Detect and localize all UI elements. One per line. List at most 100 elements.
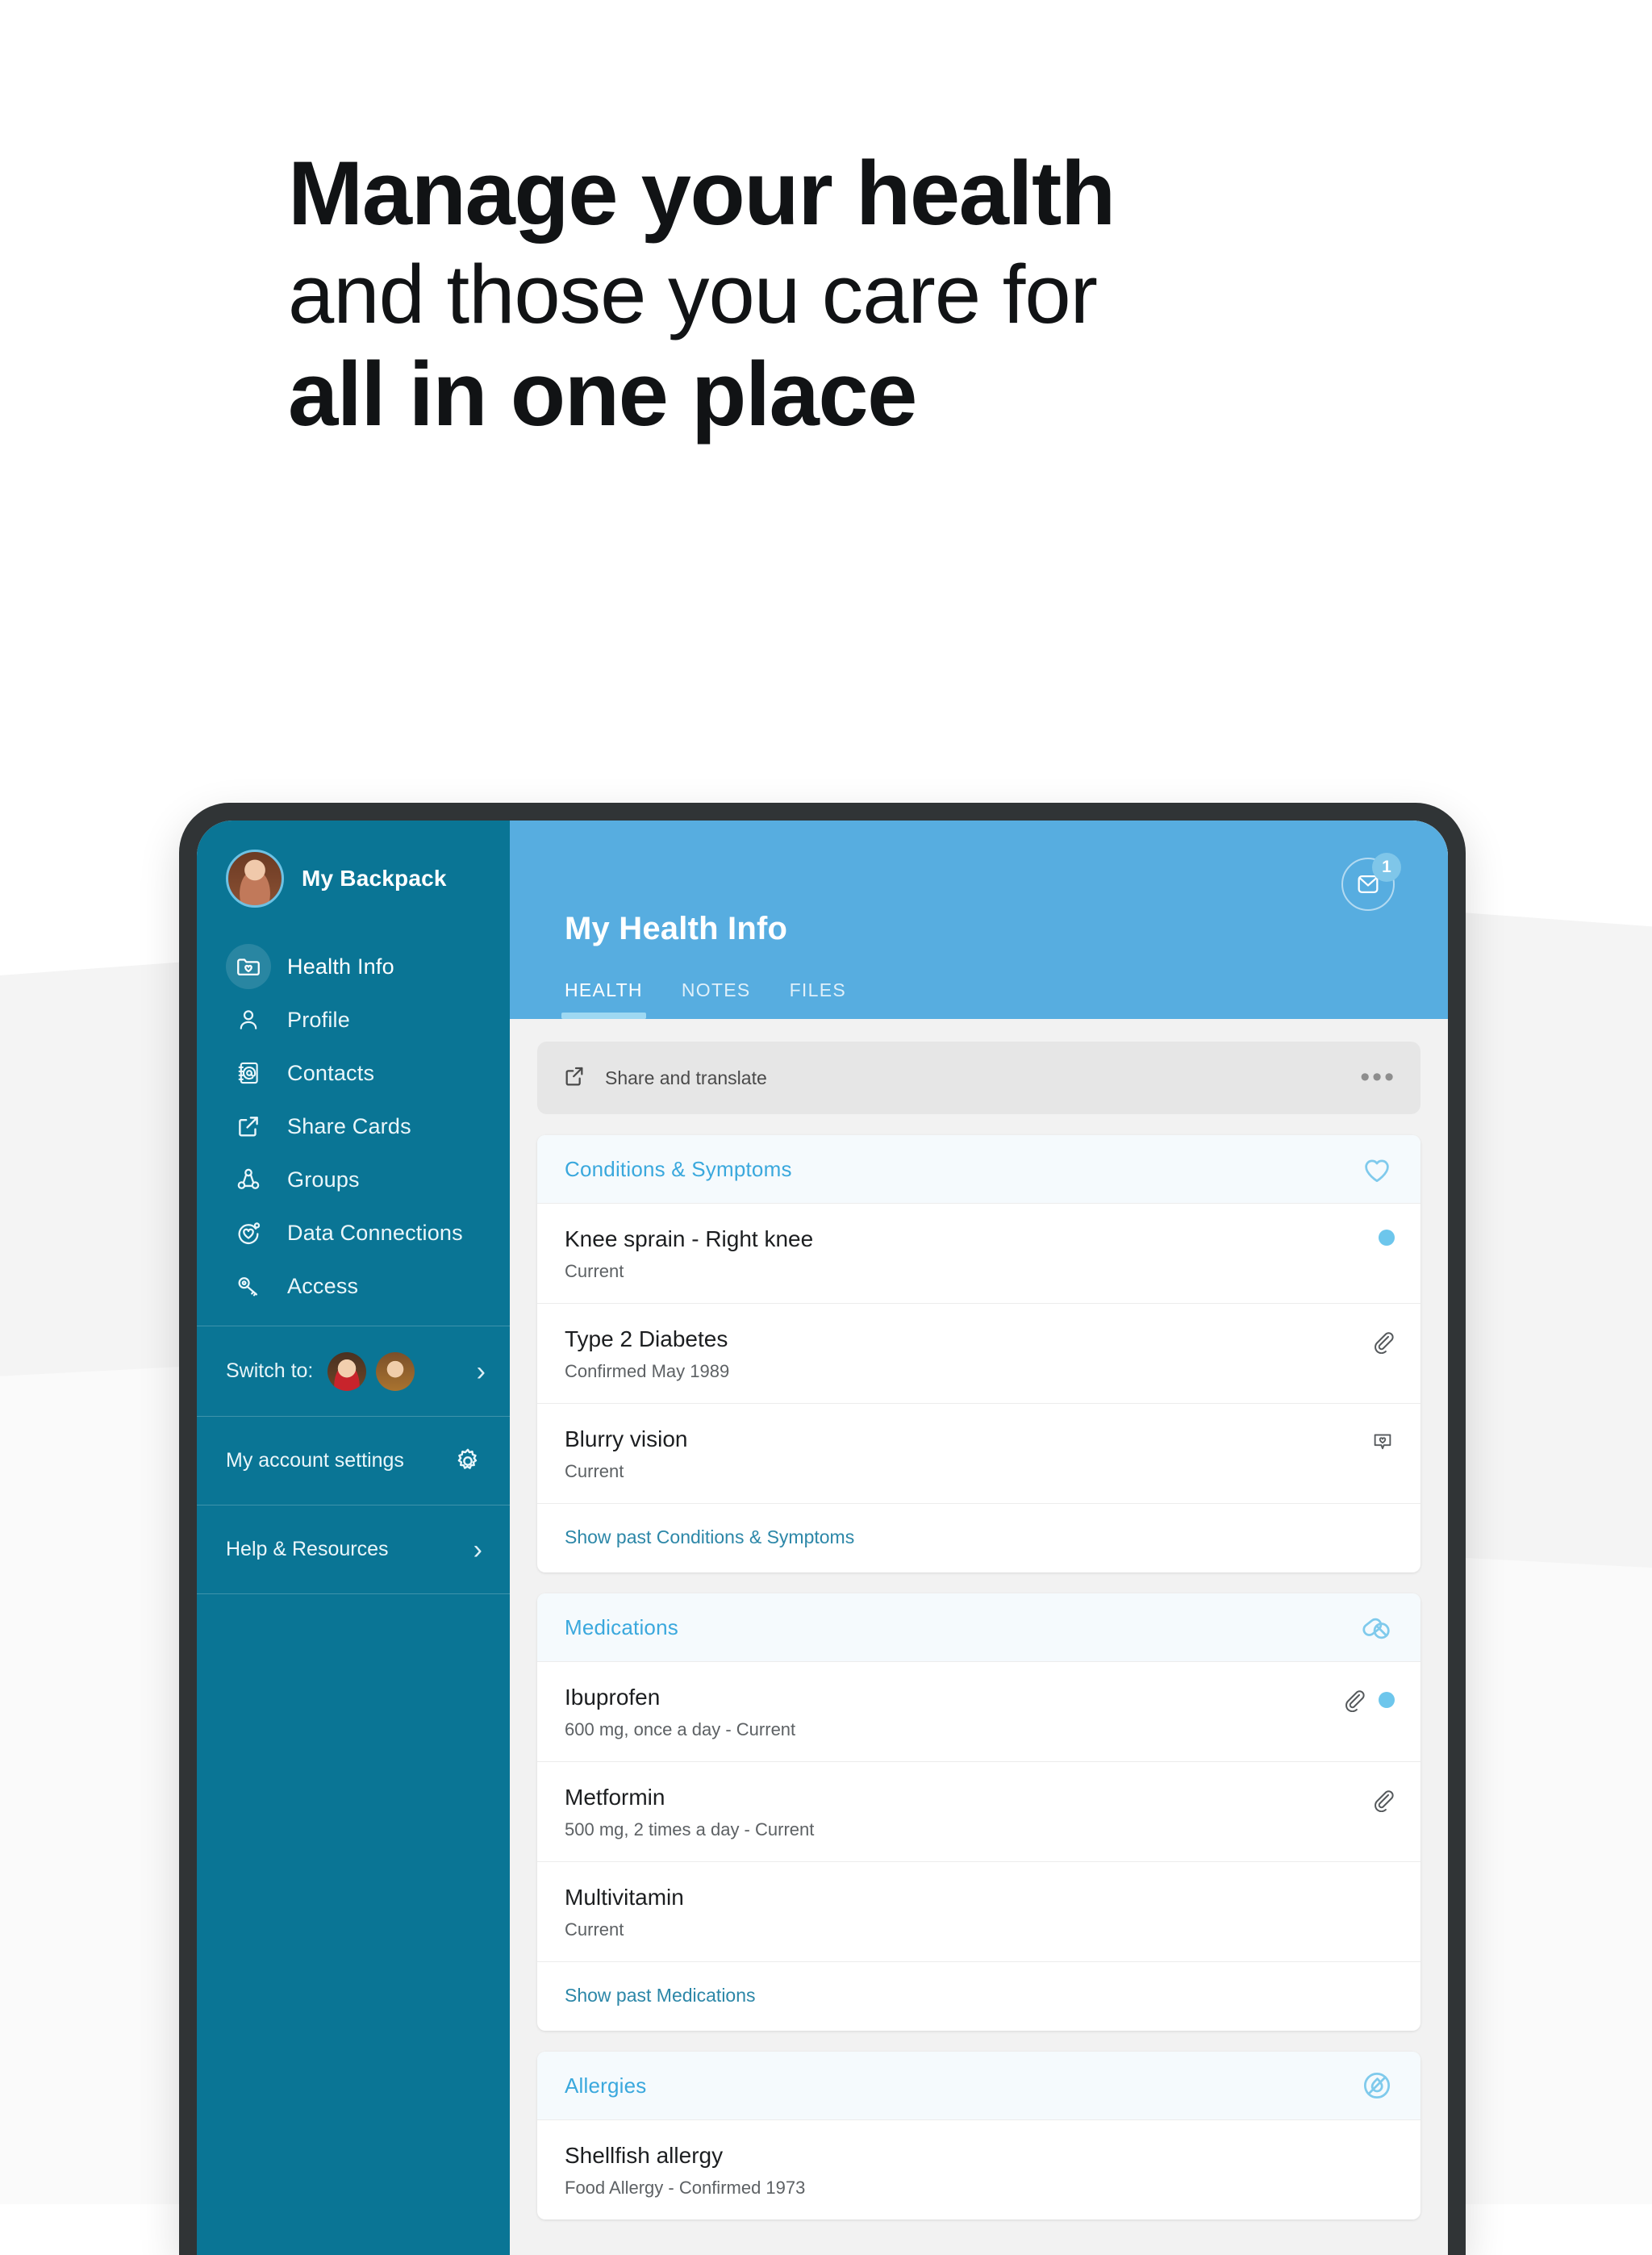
sidebar-nav: Health Info Profile Contacts Share Cards… bbox=[197, 933, 510, 1313]
device-screen: My Backpack Health Info Profile Contacts… bbox=[197, 821, 1448, 2255]
sidebar-item-share-cards[interactable]: Share Cards bbox=[197, 1100, 510, 1153]
groups-icon bbox=[226, 1157, 271, 1202]
sidebar-item-health-info[interactable]: Health Info bbox=[197, 940, 510, 993]
sidebar-item-profile[interactable]: Profile bbox=[197, 993, 510, 1046]
row-title: Type 2 Diabetes bbox=[565, 1326, 728, 1351]
page-header: 1 My Health Info HEALTH NOTES FILES bbox=[510, 821, 1448, 1019]
sidebar-item-data-connections[interactable]: Data Connections bbox=[197, 1206, 510, 1259]
paperclip-icon bbox=[1341, 1688, 1366, 1712]
child-avatar[interactable] bbox=[327, 1351, 367, 1391]
headline-line-1: Manage your health bbox=[288, 143, 1116, 244]
row-subtitle: Current bbox=[565, 1261, 624, 1281]
main-content: 1 My Health Info HEALTH NOTES FILES Shar… bbox=[510, 821, 1448, 2255]
share-icon bbox=[561, 1063, 587, 1093]
section-medications: Medications Ibuprofen 600 mg, once a day… bbox=[537, 1593, 1420, 2031]
table-row[interactable]: Metformin 500 mg, 2 times a day - Curren… bbox=[537, 1761, 1420, 1861]
table-row[interactable]: Blurry vision Current bbox=[537, 1403, 1420, 1503]
sidebar-item-label: Groups bbox=[287, 1167, 360, 1192]
notification-badge: 1 bbox=[1372, 853, 1401, 882]
folder-heart-icon bbox=[226, 944, 271, 989]
account-name: My Backpack bbox=[302, 866, 447, 891]
sidebar-item-label: Health Info bbox=[287, 954, 394, 979]
section-title: Conditions & Symptoms bbox=[565, 1156, 792, 1181]
row-title: Ibuprofen bbox=[565, 1685, 661, 1710]
comment-heart-icon bbox=[1370, 1430, 1395, 1454]
gear-icon[interactable] bbox=[453, 1447, 482, 1476]
teen-avatar[interactable] bbox=[376, 1351, 415, 1391]
chevron-right-icon[interactable]: › bbox=[477, 1358, 486, 1385]
sidebar-item-label: Contacts bbox=[287, 1060, 375, 1085]
tab-health[interactable]: HEALTH bbox=[561, 979, 646, 1019]
row-icons bbox=[1379, 1225, 1395, 1246]
row-icons bbox=[1370, 1783, 1395, 1812]
row-subtitle: 500 mg, 2 times a day - Current bbox=[565, 1819, 815, 1839]
tab-bar: HEALTH NOTES FILES bbox=[510, 947, 1448, 1019]
show-past-medications-link[interactable]: Show past Medications bbox=[537, 1961, 1420, 2031]
sidebar-account-header[interactable]: My Backpack bbox=[197, 821, 510, 933]
row-title: Blurry vision bbox=[565, 1426, 688, 1451]
tablet-device-frame: My Backpack Health Info Profile Contacts… bbox=[179, 803, 1466, 2255]
row-icons bbox=[1370, 1325, 1395, 1354]
new-dot-icon bbox=[1379, 1230, 1395, 1246]
tab-files[interactable]: FILES bbox=[790, 979, 846, 1019]
switch-avatars bbox=[327, 1351, 424, 1391]
sidebar-item-access[interactable]: Access bbox=[197, 1259, 510, 1313]
notifications-button[interactable]: 1 bbox=[1341, 853, 1401, 911]
sidebar-item-label: Access bbox=[287, 1273, 359, 1298]
chevron-right-icon[interactable]: › bbox=[473, 1536, 482, 1564]
marketing-headline: Manage your health and those you care fo… bbox=[288, 141, 1116, 447]
section-allergies: Allergies Shellfish allergy Food Allergy… bbox=[537, 2052, 1420, 2220]
heart-outline-icon bbox=[1359, 1151, 1395, 1187]
table-row[interactable]: Shellfish allergy Food Allergy - Confirm… bbox=[537, 2119, 1420, 2220]
share-and-translate-bar[interactable]: Share and translate ••• bbox=[537, 1042, 1420, 1114]
table-row[interactable]: Type 2 Diabetes Confirmed May 1989 bbox=[537, 1303, 1420, 1403]
new-dot-icon bbox=[1379, 1692, 1395, 1708]
paperclip-icon bbox=[1370, 1330, 1395, 1354]
person-icon bbox=[226, 997, 271, 1042]
section-header[interactable]: Allergies bbox=[537, 2052, 1420, 2119]
sidebar-item-help-resources[interactable]: Help & Resources › bbox=[197, 1505, 510, 1594]
switch-account-row[interactable]: Switch to: › bbox=[197, 1326, 510, 1417]
sidebar-item-account-settings[interactable]: My account settings bbox=[197, 1417, 510, 1505]
row-subtitle: Confirmed May 1989 bbox=[565, 1361, 730, 1381]
data-connections-icon bbox=[226, 1210, 271, 1255]
headline-line-2: and those you care for bbox=[288, 247, 1098, 340]
page-title: My Health Info bbox=[565, 911, 788, 946]
share-and-translate-label: Share and translate bbox=[605, 1067, 767, 1088]
allergy-icon bbox=[1359, 2068, 1395, 2103]
tab-notes[interactable]: NOTES bbox=[682, 979, 751, 1019]
sidebar-item-label: Share Cards bbox=[287, 1113, 411, 1138]
row-title: Metformin bbox=[565, 1785, 665, 1810]
sidebar: My Backpack Health Info Profile Contacts… bbox=[197, 821, 510, 2255]
row-title: Multivitamin bbox=[565, 1885, 684, 1910]
overflow-menu-icon[interactable]: ••• bbox=[1360, 1064, 1396, 1091]
table-row[interactable]: Knee sprain - Right knee Current bbox=[537, 1203, 1420, 1303]
show-past-conditions-link[interactable]: Show past Conditions & Symptoms bbox=[537, 1503, 1420, 1572]
help-resources-label: Help & Resources bbox=[226, 1538, 389, 1560]
pills-icon bbox=[1359, 1610, 1395, 1645]
row-icons bbox=[1370, 1425, 1395, 1454]
contact-book-icon bbox=[226, 1050, 271, 1096]
headline-line-3: all in one place bbox=[288, 344, 917, 445]
table-row[interactable]: Ibuprofen 600 mg, once a day - Current bbox=[537, 1661, 1420, 1761]
section-title: Allergies bbox=[565, 2073, 647, 2098]
sidebar-item-groups[interactable]: Groups bbox=[197, 1153, 510, 1206]
row-title: Knee sprain - Right knee bbox=[565, 1226, 814, 1251]
row-subtitle: Food Allergy - Confirmed 1973 bbox=[565, 2178, 806, 2198]
row-subtitle: Current bbox=[565, 1461, 624, 1481]
sidebar-item-label: Profile bbox=[287, 1007, 350, 1032]
row-icons bbox=[1341, 1683, 1395, 1712]
key-icon bbox=[226, 1263, 271, 1309]
sidebar-item-label: Data Connections bbox=[287, 1220, 463, 1245]
avatar[interactable] bbox=[226, 850, 284, 908]
paperclip-icon bbox=[1370, 1788, 1395, 1812]
table-row[interactable]: Multivitamin Current bbox=[537, 1861, 1420, 1961]
sidebar-filler bbox=[197, 1594, 510, 2255]
switch-to-label: Switch to: bbox=[226, 1359, 314, 1382]
section-header[interactable]: Conditions & Symptoms bbox=[537, 1135, 1420, 1203]
sidebar-item-contacts[interactable]: Contacts bbox=[197, 1046, 510, 1100]
section-header[interactable]: Medications bbox=[537, 1593, 1420, 1661]
row-title: Shellfish allergy bbox=[565, 2143, 724, 2168]
account-settings-label: My account settings bbox=[226, 1449, 404, 1472]
content-scroll-area: Share and translate ••• Conditions & Sym… bbox=[510, 1019, 1448, 2255]
